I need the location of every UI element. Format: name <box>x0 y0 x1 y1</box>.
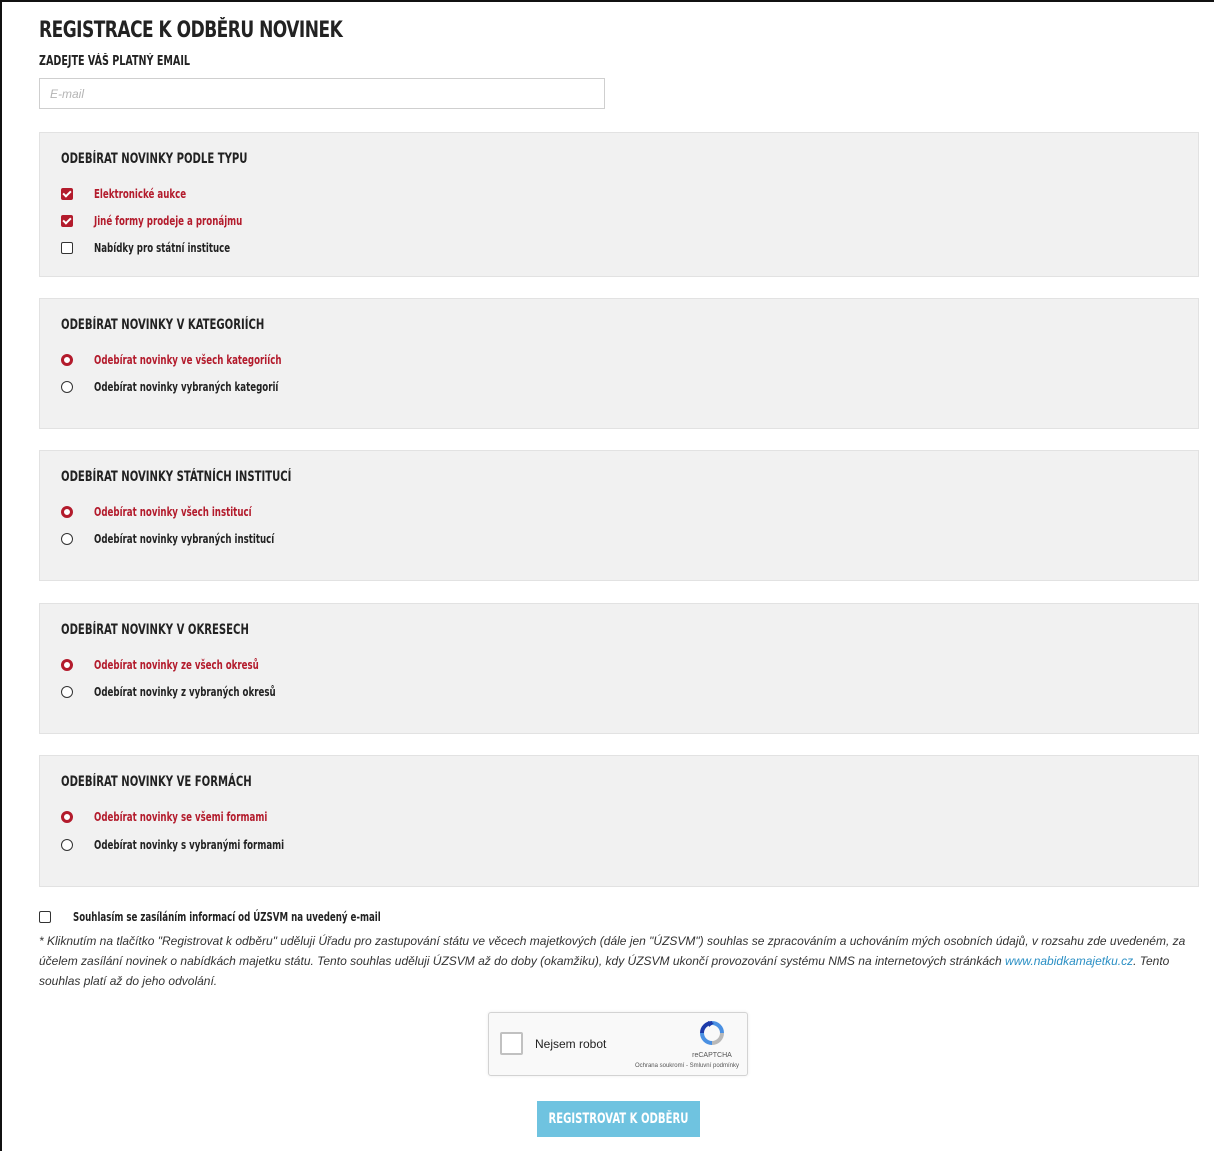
checkbox[interactable] <box>61 242 73 254</box>
section-forms: ODEBÍRAT NOVINKY VE FORMÁCH Odebírat nov… <box>39 755 1199 887</box>
radio-button[interactable] <box>61 354 73 366</box>
section-heading: ODEBÍRAT NOVINKY V KATEGORIÍCH <box>61 317 265 333</box>
recaptcha-icon <box>700 1021 724 1045</box>
recaptcha-links[interactable]: Ochrana soukromí - Smluvní podmínky <box>635 1063 739 1069</box>
recaptcha-checkbox[interactable] <box>500 1032 523 1055</box>
option-all-institutions[interactable]: Odebírat novinky všech institucí <box>61 504 291 520</box>
section-type: ODEBÍRAT NOVINKY PODLE TYPU Elektronické… <box>39 132 1199 277</box>
recaptcha-brand: reCAPTCHA <box>692 1052 732 1059</box>
section-heading: ODEBÍRAT NOVINKY STÁTNÍCH INSTITUCÍ <box>61 469 292 485</box>
option-selected-categories[interactable]: Odebírat novinky vybraných kategorií <box>61 379 324 395</box>
option-other-sale-forms[interactable]: Jiné formy prodeje a pronájmu <box>61 213 279 229</box>
option-selected-districts[interactable]: Odebírat novinky z vybraných okresů <box>61 684 321 700</box>
consent-option[interactable]: Souhlasím se zasíláním informací od ÚZSV… <box>39 909 458 925</box>
option-label: Odebírat novinky se všemi formami <box>94 810 268 824</box>
radio-button[interactable] <box>61 533 73 545</box>
option-label: Odebírat novinky z vybraných okresů <box>94 685 276 699</box>
section-institutions: ODEBÍRAT NOVINKY STÁTNÍCH INSTITUCÍ Odeb… <box>39 450 1199 581</box>
page-border-top <box>0 0 1214 2</box>
register-subscription-button[interactable]: REGISTROVAT K ODBĚRU <box>537 1101 700 1137</box>
option-electronic-auctions[interactable]: Elektronické aukce <box>61 186 209 202</box>
checkbox[interactable] <box>61 215 73 227</box>
recaptcha-logo: reCAPTCHA <box>687 1020 737 1059</box>
section-categories: ODEBÍRAT NOVINKY V KATEGORIÍCH Odebírat … <box>39 298 1199 429</box>
checkbox[interactable] <box>61 188 73 200</box>
option-selected-forms[interactable]: Odebírat novinky s vybranými formami <box>61 837 332 853</box>
radio-button[interactable] <box>61 506 73 518</box>
option-label: Odebírat novinky s vybranými formami <box>94 838 285 852</box>
option-label: Jiné formy prodeje a pronájmu <box>94 214 243 228</box>
option-label: Odebírat novinky ze všech okresů <box>94 658 259 672</box>
radio-button[interactable] <box>61 659 73 671</box>
section-heading: ODEBÍRAT NOVINKY V OKRESECH <box>61 622 249 638</box>
section-heading: ODEBÍRAT NOVINKY VE FORMÁCH <box>61 774 252 790</box>
radio-button[interactable] <box>61 839 73 851</box>
privacy-disclaimer: * Kliknutím na tlačítko "Registrovat k o… <box>39 931 1199 991</box>
option-label: Odebírat novinky všech institucí <box>94 505 252 519</box>
radio-button[interactable] <box>61 811 73 823</box>
option-selected-institutions[interactable]: Odebírat novinky vybraných institucí <box>61 531 319 547</box>
radio-button[interactable] <box>61 686 73 698</box>
option-label: Nabídky pro státní instituce <box>94 241 231 255</box>
option-label: Odebírat novinky ve všech kategoriích <box>94 353 282 367</box>
option-all-districts[interactable]: Odebírat novinky ze všech okresů <box>61 657 300 673</box>
recaptcha-widget: Nejsem robot reCAPTCHA Ochrana soukromí … <box>488 1012 748 1076</box>
radio-button[interactable] <box>61 381 73 393</box>
consent-checkbox[interactable] <box>39 911 51 923</box>
option-state-institution-offers[interactable]: Nabídky pro státní instituce <box>61 240 264 256</box>
nabidkamajetku-link[interactable]: www.nabidkamajetku.cz <box>1005 954 1133 968</box>
page-border-left <box>0 0 2 1151</box>
page-title: REGISTRACE K ODBĚRU NOVINEK <box>39 18 343 43</box>
consent-label: Souhlasím se zasíláním informací od ÚZSV… <box>73 910 381 924</box>
section-heading: ODEBÍRAT NOVINKY PODLE TYPU <box>61 151 248 167</box>
email-label: ZADEJTE VÁŠ PLATNÝ EMAIL <box>39 54 191 69</box>
email-input[interactable] <box>39 78 605 109</box>
option-label: Odebírat novinky vybraných kategorií <box>94 380 279 394</box>
recaptcha-label: Nejsem robot <box>535 1037 607 1051</box>
section-districts: ODEBÍRAT NOVINKY V OKRESECH Odebírat nov… <box>39 603 1199 734</box>
option-all-forms[interactable]: Odebírat novinky se všemi formami <box>61 809 311 825</box>
option-label: Elektronické aukce <box>94 187 187 201</box>
button-label: REGISTROVAT K ODBĚRU <box>548 1111 689 1127</box>
option-label: Odebírat novinky vybraných institucí <box>94 532 275 546</box>
option-all-categories[interactable]: Odebírat novinky ve všech kategoriích <box>61 352 328 368</box>
